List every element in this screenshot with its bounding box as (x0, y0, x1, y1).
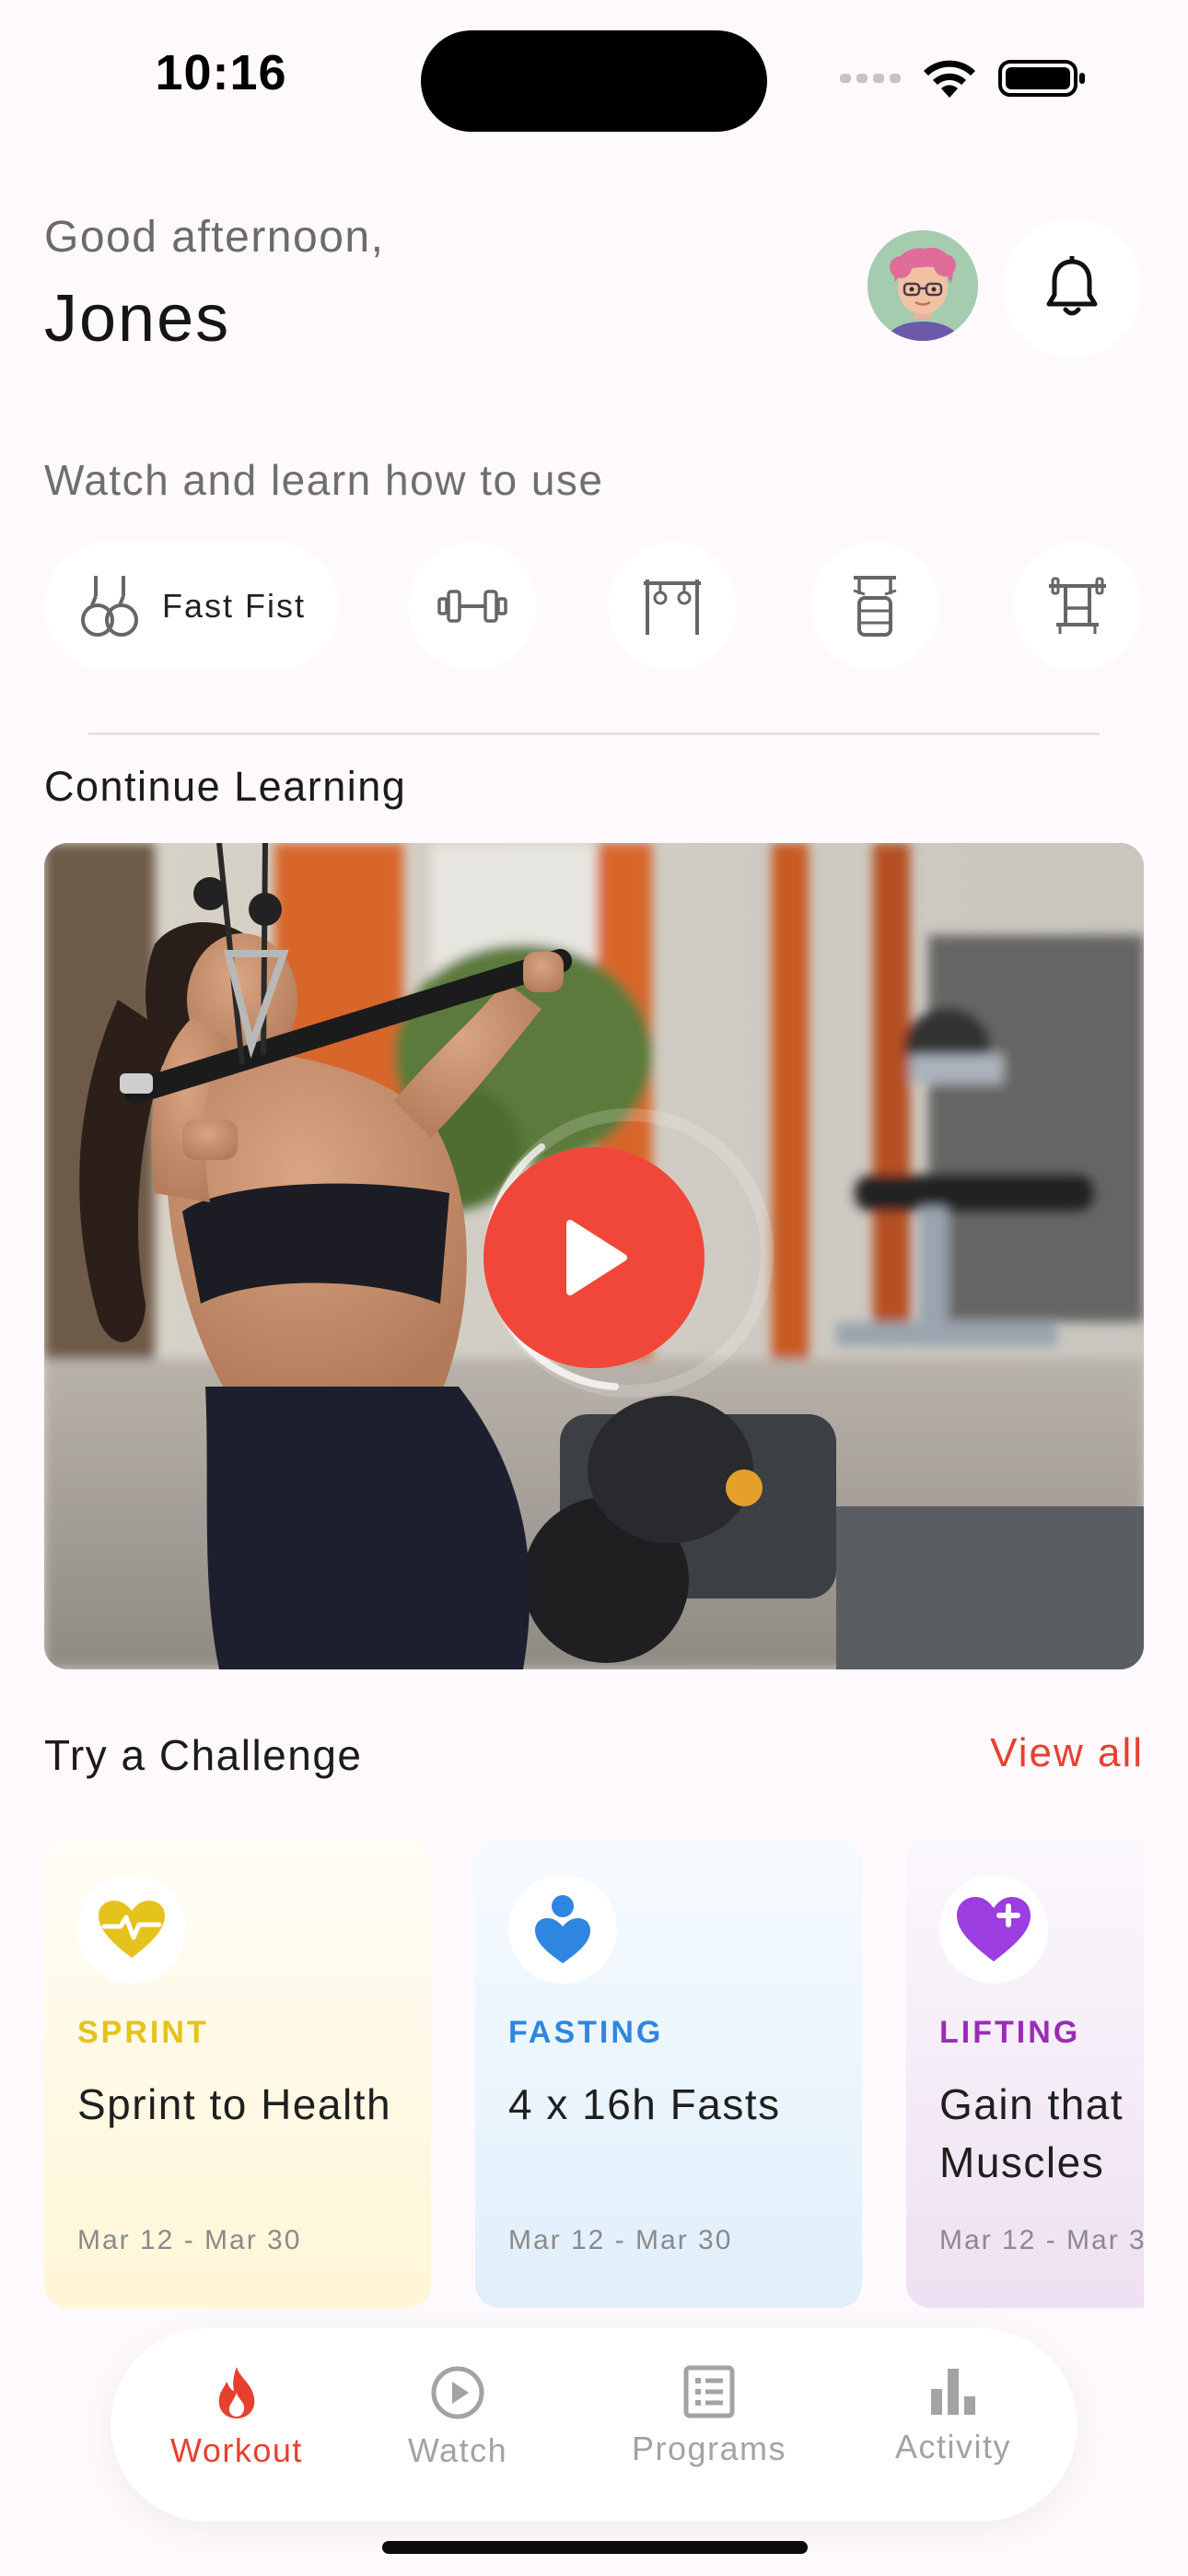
view-all-link[interactable]: View all (990, 1730, 1144, 1776)
card-icon-wrap (939, 1875, 1048, 1984)
challenge-card-lifting[interactable]: LIFTING Gain that Muscles Mar 12 - Mar 3… (906, 1838, 1144, 2308)
weight-stack-machine-icon (853, 576, 897, 637)
bottom-tab-bar: Workout Watch Programs Activity (111, 2328, 1077, 2522)
equipment-chip-barbell-rack[interactable] (1013, 542, 1142, 671)
tab-activity[interactable]: Activity (884, 2365, 1022, 2466)
tab-workout[interactable]: Workout (168, 2365, 306, 2470)
challenge-carousel[interactable]: SPRINT Sprint to Health Mar 12 - Mar 30 … (44, 1838, 1144, 2308)
bell-icon (1046, 256, 1098, 316)
bar-chart-icon (931, 2369, 975, 2415)
section-divider (88, 732, 1100, 735)
dynamic-island (421, 30, 767, 132)
wifi-icon (924, 60, 975, 98)
greeting-subtitle: Good afternoon, (44, 213, 385, 262)
equipment-chip-pullup-bar[interactable] (608, 542, 737, 671)
notifications-button[interactable] (1002, 218, 1142, 358)
challenges-title: Try a Challenge (44, 1731, 363, 1779)
card-icon-wrap (508, 1875, 617, 1984)
equipment-chip-label: Fast Fist (162, 587, 307, 625)
card-icon-wrap (77, 1875, 186, 1984)
tab-label: Activity (894, 2428, 1011, 2465)
challenge-dates: Mar 12 - Mar 30 (77, 2225, 302, 2255)
equipment-chip-dumbbell[interactable] (408, 542, 537, 671)
tab-programs[interactable]: Programs (626, 2365, 792, 2468)
equipment-chip-fast-fist[interactable]: Fast Fist (44, 542, 339, 671)
home-indicator (382, 2541, 808, 2554)
equipment-chip-weight-stack[interactable] (810, 542, 939, 671)
person-heart-icon (535, 1895, 590, 1963)
barbell-rack-icon (1049, 577, 1106, 634)
user-name: Jones (44, 282, 231, 356)
learn-section-label: Watch and learn how to use (44, 456, 604, 504)
challenge-card-fasting[interactable]: FASTING 4 x 16h Fasts Mar 12 - Mar 30 (475, 1838, 862, 2308)
dumbbell-icon (437, 590, 507, 623)
battery-icon (998, 60, 1085, 97)
flame-icon (218, 2367, 255, 2418)
challenge-dates: Mar 12 - Mar 30 (508, 2225, 733, 2255)
continue-learning-title: Continue Learning (44, 763, 407, 810)
tab-watch[interactable]: Watch (398, 2365, 518, 2470)
tab-label: Workout (170, 2431, 303, 2469)
status-icons (840, 57, 1087, 100)
challenge-dates: Mar 12 - Mar 30 (939, 2225, 1144, 2255)
play-circle-icon (431, 2366, 484, 2419)
heartbeat-icon (99, 1901, 165, 1958)
status-time: 10:16 (155, 45, 287, 100)
challenge-category: FASTING (508, 2015, 664, 2050)
gymnastic-rings-icon (81, 576, 138, 637)
cellular-signal-icon (840, 74, 901, 83)
challenge-name: 4 x 16h Fasts (508, 2080, 781, 2128)
heart-plus-icon (957, 1897, 1031, 1961)
list-icon (683, 2365, 735, 2418)
challenge-name: Gain that Muscles (939, 2080, 1124, 2186)
tab-label: Programs (631, 2430, 787, 2467)
challenge-category: LIFTING (939, 2015, 1081, 2050)
challenge-card-sprint[interactable]: SPRINT Sprint to Health Mar 12 - Mar 30 (44, 1838, 431, 2308)
avatar[interactable] (868, 230, 978, 341)
tab-label: Watch (407, 2431, 508, 2469)
play-button[interactable] (483, 1147, 705, 1368)
challenge-category: SPRINT (77, 2015, 209, 2050)
pullup-bar-icon (644, 580, 701, 635)
play-icon (566, 1220, 627, 1295)
challenge-name: Sprint to Health (77, 2080, 392, 2128)
